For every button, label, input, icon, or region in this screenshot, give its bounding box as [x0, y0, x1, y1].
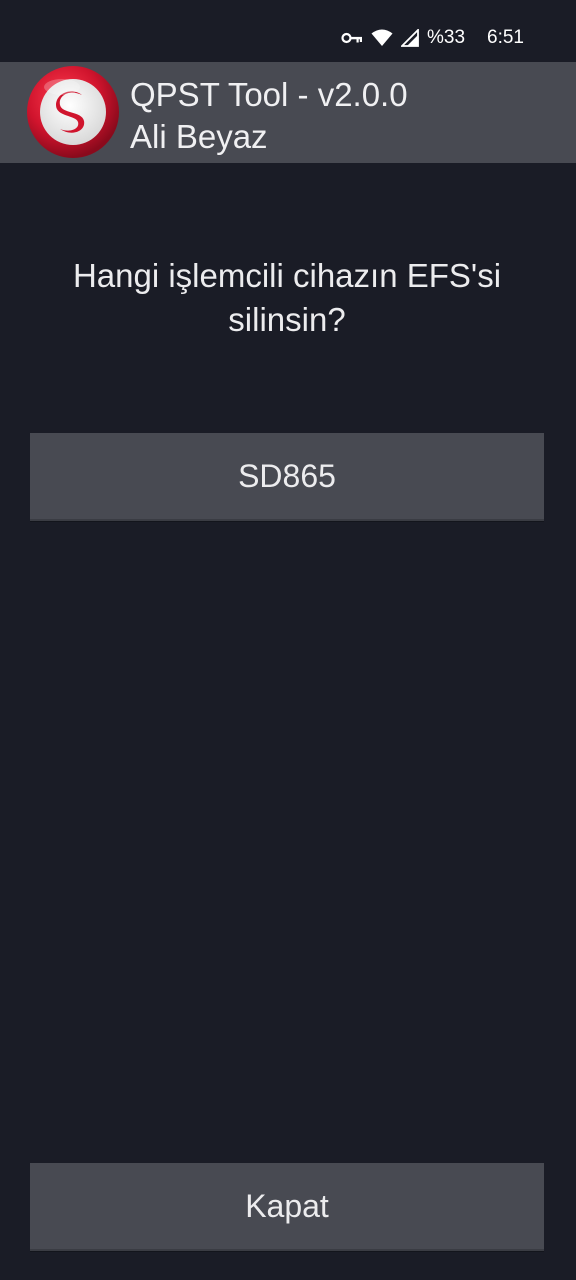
- vpn-key-icon: [341, 31, 363, 45]
- status-icons: %33 6:51: [341, 24, 524, 52]
- sd865-button[interactable]: SD865: [30, 433, 544, 521]
- status-bar: %33 6:51: [0, 0, 576, 62]
- qualcomm-logo-icon: [26, 65, 120, 159]
- close-button[interactable]: Kapat: [30, 1163, 544, 1251]
- wifi-icon: [371, 29, 393, 47]
- app-title-block: QPST Tool - v2.0.0 Ali Beyaz: [130, 74, 408, 158]
- app-title-bar: QPST Tool - v2.0.0 Ali Beyaz: [0, 62, 576, 163]
- clock-time: 6:51: [487, 27, 524, 48]
- app-subtitle: Ali Beyaz: [130, 118, 268, 155]
- question-text: Hangi işlemcili cihazın EFS'si silinsin?: [72, 257, 502, 338]
- signal-icon: [400, 29, 419, 47]
- battery-percentage: %33: [426, 27, 466, 48]
- app-title: QPST Tool - v2.0.0: [130, 76, 408, 113]
- app-screen: %33 6:51 QPST Tool - v2.0.0 Ali Beyaz Ha…: [0, 0, 576, 1280]
